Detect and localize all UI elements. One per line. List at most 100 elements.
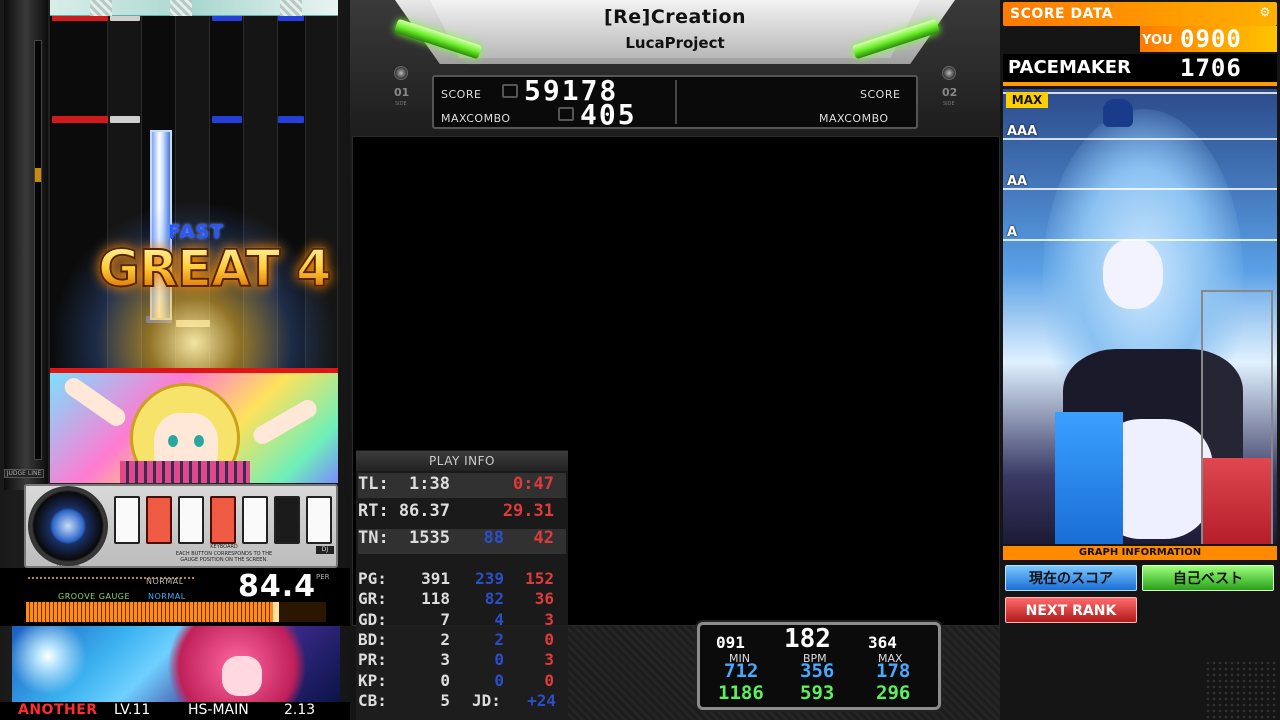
combo-count: 4 [295,240,332,299]
play-info-fast-count: 2 [494,629,504,649]
gauge-unit: PER [316,573,330,581]
note [212,116,242,123]
side-word-left: SIDE [395,101,407,107]
keyboard-title: KEYBOARD [210,544,238,550]
current-score-button[interactable]: 現在のスコア [1005,565,1137,591]
white-number-max: 296 [876,682,911,704]
level-label: LV.11 [114,702,151,718]
grade-line-a [1003,239,1277,241]
turntable[interactable] [28,486,108,566]
judgement-word: GREAT [97,240,281,299]
side-knob-left [394,66,408,80]
key-6-button[interactable] [274,496,300,544]
play-info-fast-count: 82 [484,589,504,609]
side-knob-right [942,66,956,80]
gauge-mode: NORMAL [148,592,186,601]
play-info-key: TN: [358,528,389,548]
play-info-fast-count: 88 [483,528,504,548]
play-info-fast-count: 0 [494,650,504,670]
maxcombo-value: 405 [580,98,637,131]
green-number-max: 178 [876,660,911,682]
bpm-min-small: 091 [716,633,745,652]
score-data-title: SCORE DATA [1010,6,1114,22]
play-info-value: 86.37 [398,501,450,521]
play-info-slow-count: 0 [544,629,554,649]
maxcombo-label: MAXCOMBO [441,112,511,125]
gauge-bar-tip [273,602,279,622]
play-info-fast-count: 239 [475,569,504,588]
play-info-slow-count: 36 [534,589,554,609]
song-jacket-art [12,626,340,702]
play-info-key: KP: [358,670,387,690]
judgement-display: GREAT 4 [97,240,333,299]
play-info-slow-count: 0:47 [513,474,554,494]
divider [1003,82,1277,86]
score-leading-zero [502,84,518,98]
gauge-bar-fill [26,602,279,622]
play-info-value: 7 [440,609,450,629]
green-number-bpm: 356 [800,660,835,682]
play-info-fast-count: 0 [494,670,504,690]
white-number-bpm: 593 [800,682,835,704]
side-word-right: SIDE [943,101,955,107]
play-info-key: RT: [358,501,389,521]
maxcombo-leading-zero [558,107,574,121]
gear-icon[interactable]: ⚙ [1258,5,1272,19]
green-number-min: 712 [724,660,759,682]
play-info-value: 391 [421,569,450,588]
play-info-key: GD: [358,609,387,629]
play-info-title: PLAY INFO [356,451,568,471]
graph-information-label: GRAPH INFORMATION [1003,546,1277,560]
play-info-key: PR: [358,650,387,670]
play-info-key: CB: [358,690,387,710]
dj-tag: DJ [316,546,334,554]
you-label: YOU [1142,33,1173,48]
song-title: [Re]Creation [603,6,747,28]
play-info-key: GR: [358,589,387,609]
gauge-percentage: 84.4 [237,569,316,604]
key-4-button[interactable] [210,496,236,544]
p2-maxcombo-label: MAXCOMBO [819,112,889,125]
you-score-bar [1055,412,1123,544]
play-info-key: BD: [358,629,387,649]
bpm-current: 182 [784,624,831,654]
difficulty-label: ANOTHER [18,702,98,718]
judge-delay-value: +24 [527,690,556,710]
p2-score-label: SCORE [860,88,901,101]
play-info-slow-count: 3 [544,609,554,629]
play-info-slow-count: 152 [525,569,554,588]
hispeed-label: HS-MAIN [188,702,249,718]
scoreboard-divider [675,80,677,124]
key-7-button[interactable] [306,496,332,544]
play-info-value: 118 [421,589,450,609]
play-info-key: TL: [358,474,389,494]
lane-top-art [50,0,338,16]
personal-best-button[interactable]: 自己ベスト [1142,565,1274,591]
grade-line-aa [1003,188,1277,190]
pacemaker-score: 1706 [1180,54,1242,82]
pacemaker-label: PACEMAKER [1008,57,1131,78]
note [110,116,140,123]
next-rank-button[interactable]: NEXT RANK [1005,597,1137,623]
judge-line-tag: JUDGE LINE [4,469,44,478]
grade-a-label: A [1007,225,1018,240]
play-info-fast-count: 4 [494,609,504,629]
pacemaker-score-bar [1203,458,1271,544]
grade-max-label: MAX [1006,92,1048,108]
key-1-button[interactable] [114,496,140,544]
side-number-left: 01 [394,86,410,99]
key-3-button[interactable] [178,496,204,544]
play-info-slow-count: 0 [544,670,554,690]
white-number-min: 1186 [718,682,764,704]
lane-cover-rail [4,0,48,490]
score-label: SCORE [441,88,482,101]
play-info-slow-count: 29.31 [502,501,554,521]
note [52,116,108,123]
keyboard-hint: EACH BUTTON CORRESPONDS TO THE GAUGE POS… [175,551,273,563]
key-5-button[interactable] [242,496,268,544]
play-info-value: 0 [440,670,450,690]
note [278,116,304,123]
key-2-button[interactable] [146,496,172,544]
play-info-value: 3 [440,650,450,670]
gauge-top-label: NORMAL [146,577,184,586]
